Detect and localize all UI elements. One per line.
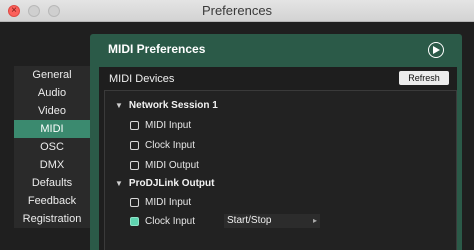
midi-preferences-panel: MIDI Preferences MIDI Devices Refresh ▼ N… [90, 34, 462, 250]
sidebar-item-midi[interactable]: MIDI [14, 120, 90, 138]
sidebar-item-registration[interactable]: Registration [14, 210, 90, 228]
title-bar: × Preferences [0, 0, 474, 22]
option-row: MIDI Output [130, 160, 199, 171]
device-group-network-session[interactable]: ▼ Network Session 1 [115, 100, 218, 111]
clock-mode-select[interactable]: Start/Stop ▸ [224, 214, 320, 228]
chevron-icon: ▸ [312, 216, 317, 225]
midi-input-checkbox[interactable] [130, 121, 139, 130]
clock-input-checkbox[interactable] [130, 141, 139, 150]
midi-input-checkbox[interactable] [130, 198, 139, 207]
play-icon [433, 46, 440, 54]
disclosure-triangle-icon[interactable]: ▼ [115, 179, 123, 188]
sidebar-item-osc[interactable]: OSC [14, 138, 90, 156]
option-label: MIDI Output [145, 160, 199, 171]
clock-mode-value: Start/Stop [227, 215, 272, 226]
play-button[interactable] [428, 42, 444, 58]
option-label: MIDI Input [145, 197, 192, 208]
refresh-button[interactable]: Refresh [399, 71, 449, 85]
disclosure-triangle-icon[interactable]: ▼ [115, 101, 123, 110]
device-list: ▼ Network Session 1 MIDI Input Clock Inpu… [104, 90, 457, 250]
preferences-sidebar: General Audio Video MIDI OSC DMX Default… [14, 66, 90, 228]
option-row: MIDI Input [130, 120, 191, 131]
sidebar-item-dmx[interactable]: DMX [14, 156, 90, 174]
midi-output-checkbox[interactable] [130, 161, 139, 170]
option-row: MIDI Input [130, 197, 191, 208]
sidebar-item-general[interactable]: General [14, 66, 90, 84]
device-group-label: ProDJLink Output [128, 178, 215, 189]
clock-input-checkbox[interactable] [130, 217, 139, 226]
panel-title: MIDI Preferences [108, 42, 206, 56]
window-title: Preferences [201, 3, 273, 18]
option-label: Clock Input [145, 216, 196, 227]
option-row: Clock Input Start/Stop ▸ [130, 214, 320, 228]
sidebar-item-audio[interactable]: Audio [14, 84, 90, 102]
device-group-label: Network Session 1 [128, 100, 218, 111]
midi-devices-section: MIDI Devices Refresh ▼ Network Session 1 … [99, 67, 457, 250]
sidebar-item-video[interactable]: Video [14, 102, 90, 120]
device-group-prodjlink[interactable]: ▼ ProDJLink Output [115, 178, 214, 189]
sidebar-item-feedback[interactable]: Feedback [14, 192, 90, 210]
option-label: Clock Input [145, 140, 196, 151]
devices-title: MIDI Devices [109, 73, 175, 85]
option-label: MIDI Input [145, 120, 192, 131]
option-row: Clock Input [130, 140, 195, 151]
sidebar-item-defaults[interactable]: Defaults [14, 174, 90, 192]
